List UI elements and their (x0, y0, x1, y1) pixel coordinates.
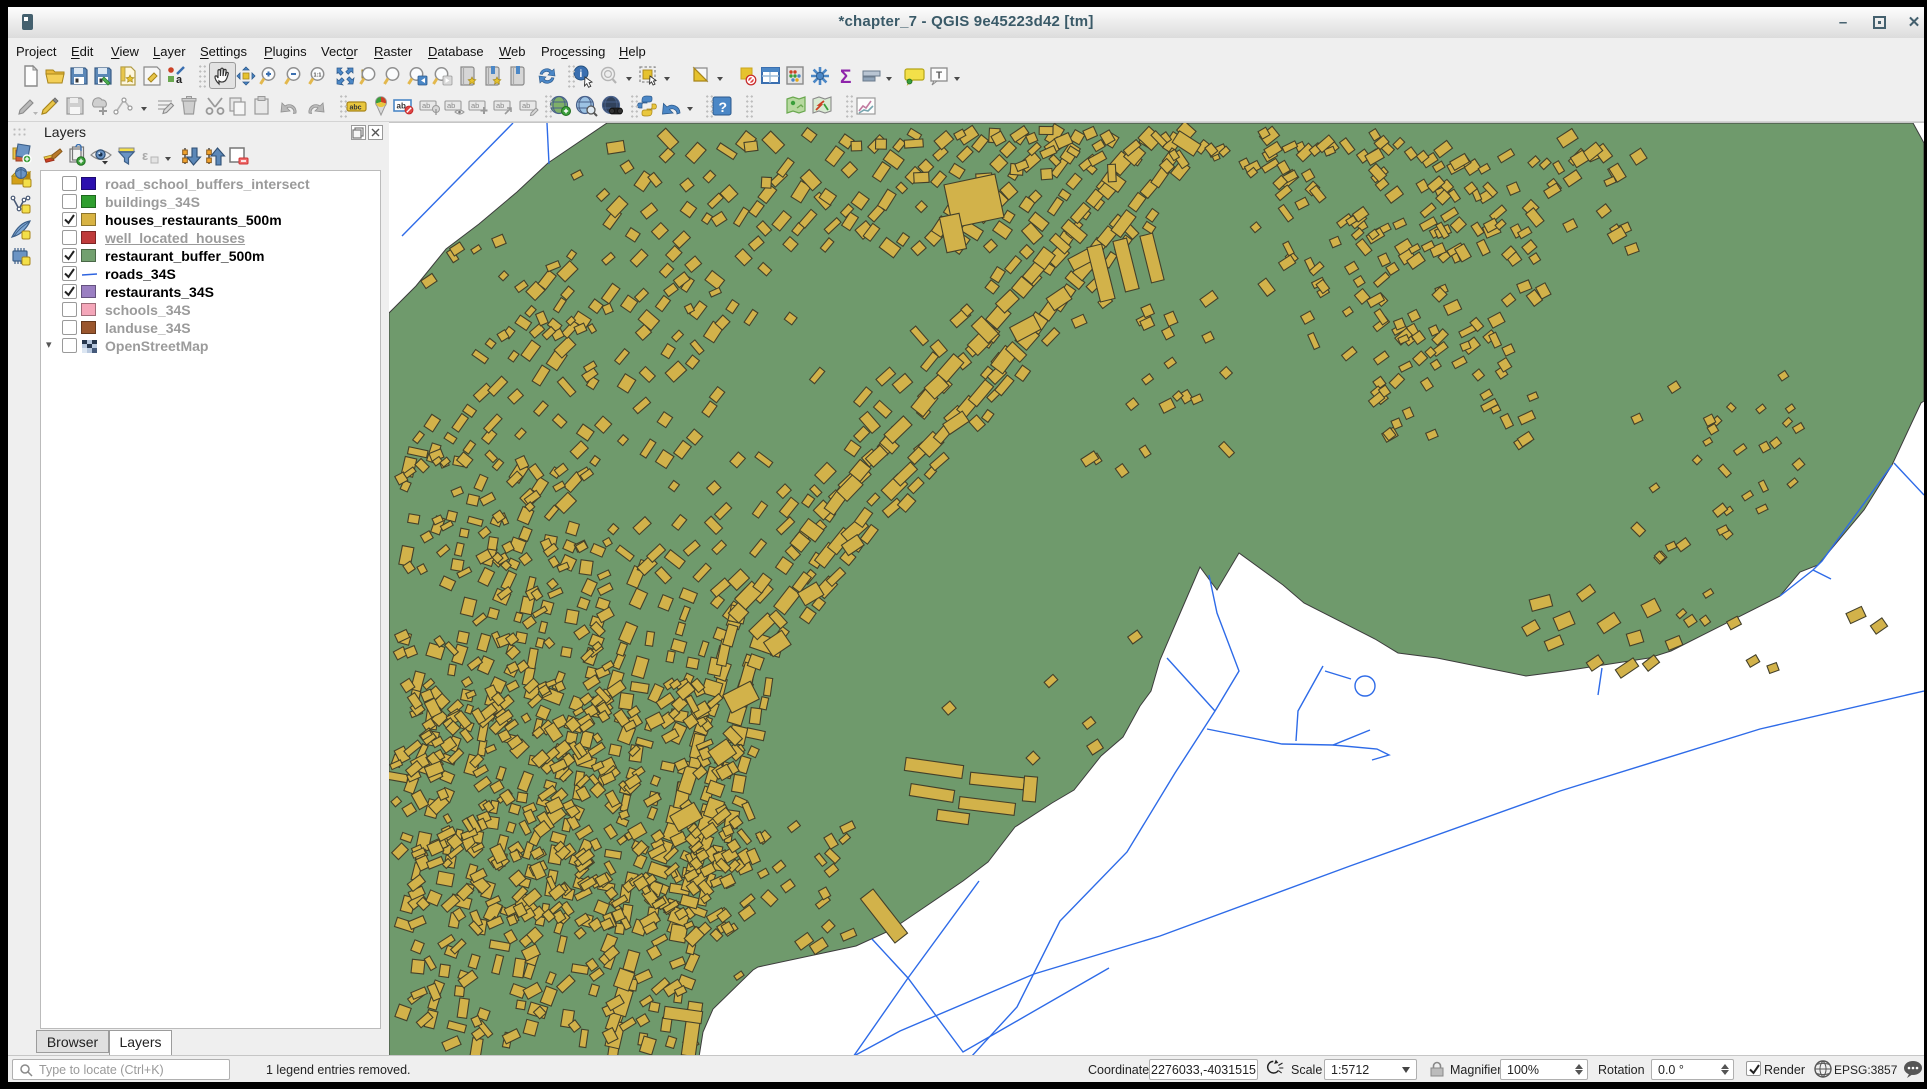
svg-text:i: i (580, 69, 583, 80)
svg-text:ab: ab (522, 101, 530, 110)
svg-text:ab: ab (471, 101, 479, 110)
svg-text:ab: ab (397, 102, 406, 111)
svg-text:T: T (936, 71, 942, 82)
svg-text:ab: ab (496, 101, 504, 110)
svg-text:ab: ab (447, 101, 455, 110)
svg-text:ab: ab (422, 101, 430, 110)
svg-text:?: ? (719, 99, 728, 115)
svg-text:1:1: 1:1 (314, 73, 322, 79)
svg-text:Σ: Σ (840, 67, 851, 88)
svg-text:abc: abc (350, 105, 362, 112)
svg-text:ε: ε (142, 148, 148, 163)
svg-text:a: a (176, 74, 183, 86)
